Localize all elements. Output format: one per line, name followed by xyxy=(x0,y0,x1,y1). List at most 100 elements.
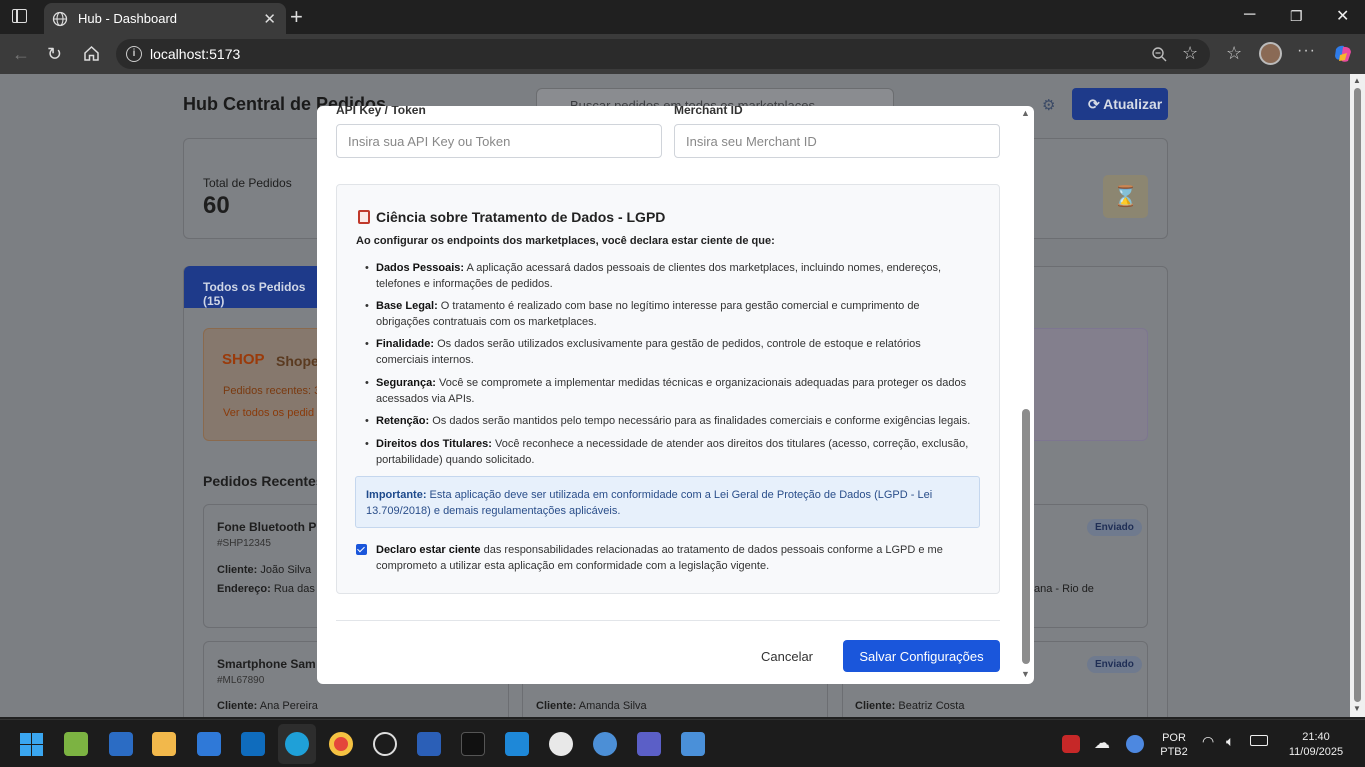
site-info-icon[interactable]: i xyxy=(126,46,142,62)
modal-scroll-down-icon[interactable]: ▼ xyxy=(1021,669,1030,679)
wifi-icon[interactable]: ◠ xyxy=(1202,733,1214,750)
url-field[interactable]: i localhost:5173 xyxy=(116,39,1210,69)
profile-avatar[interactable] xyxy=(1259,42,1282,65)
page-scrollbar[interactable]: ▲ ▼ xyxy=(1350,74,1365,717)
zoom-icon[interactable] xyxy=(1151,46,1167,62)
client-label: Cliente: xyxy=(217,564,258,576)
modal-scrollbar[interactable]: ▲ ▼ xyxy=(1019,106,1032,684)
windows-start-icon[interactable] xyxy=(20,733,43,756)
lgpd-item: Dados Pessoais: A aplicação acessará dad… xyxy=(365,260,976,292)
volume-icon[interactable]: 🔈︎ xyxy=(1226,733,1234,750)
declare-checkbox[interactable] xyxy=(356,544,367,555)
favorite-star-icon[interactable]: ☆ xyxy=(1182,43,1198,64)
home-icon[interactable] xyxy=(83,45,100,62)
word-icon[interactable] xyxy=(417,732,441,756)
store-icon[interactable] xyxy=(197,732,221,756)
lgpd-item: Direitos dos Titulares: Você reconhece a… xyxy=(365,436,976,468)
client-label: Cliente: xyxy=(855,700,896,712)
settings-modal: API Key / Token Insira sua API Key ou To… xyxy=(317,106,1034,684)
file-explorer-icon[interactable] xyxy=(152,732,176,756)
page-scroll-thumb[interactable] xyxy=(1354,88,1361,702)
close-tab-icon[interactable]: ✕ xyxy=(263,10,276,28)
client-name: Beatriz Costa xyxy=(898,700,965,712)
important-notice: Importante: Esta aplicação deve ser util… xyxy=(355,476,980,528)
client-name: Amanda Silva xyxy=(578,700,647,712)
app-icon[interactable] xyxy=(64,732,88,756)
language-bottom[interactable]: PTB2 xyxy=(1158,746,1190,758)
refresh-icon: ⟳ xyxy=(1088,96,1104,112)
globe-icon xyxy=(52,11,68,26)
close-window-icon[interactable]: ✕ xyxy=(1336,6,1349,26)
hourglass-icon: ⌛ xyxy=(1103,175,1148,218)
tab-all-orders[interactable]: Todos os Pedidos (15) xyxy=(184,266,324,308)
outlook-icon[interactable] xyxy=(241,732,265,756)
taskbar: ☁ POR PTB2 ◠ 🔈︎ 21:40 11/09/2025 xyxy=(0,719,1365,767)
browser-tab[interactable]: Hub - Dashboard ✕ xyxy=(44,3,286,34)
restore-icon[interactable]: ❐ xyxy=(1290,8,1303,25)
shop-view-all-link[interactable]: Ver todos os pedid xyxy=(223,407,314,419)
more-menu-icon[interactable]: ··· xyxy=(1297,42,1316,60)
api-key-label: API Key / Token xyxy=(336,106,426,117)
scroll-up-icon[interactable]: ▲ xyxy=(1353,76,1361,85)
status-badge: Enviado xyxy=(1087,656,1142,673)
edge-icon[interactable] xyxy=(285,732,309,756)
status-badge: Enviado xyxy=(1087,519,1142,536)
scroll-down-icon[interactable]: ▼ xyxy=(1353,704,1361,713)
minimize-icon[interactable]: ─ xyxy=(1244,6,1255,24)
cancel-button[interactable]: Cancelar xyxy=(751,640,823,672)
declare-text[interactable]: Declaro estar ciente das responsabilidad… xyxy=(376,542,976,574)
recent-orders-heading: Pedidos Recentes xyxy=(203,473,324,489)
tray-app-icon[interactable] xyxy=(1126,735,1144,753)
client-label: Cliente: xyxy=(536,700,577,712)
tab-title: Hub - Dashboard xyxy=(78,11,177,26)
mail-icon[interactable] xyxy=(681,732,705,756)
battery-icon[interactable] xyxy=(1250,735,1268,746)
chatgpt-icon[interactable] xyxy=(373,732,397,756)
tray-app-icon[interactable] xyxy=(1062,735,1080,753)
address-text: ana - Rio de xyxy=(1034,583,1094,595)
clock-time[interactable]: 21:40 xyxy=(1282,731,1350,743)
onedrive-icon[interactable]: ☁ xyxy=(1094,733,1110,753)
api-key-input[interactable]: Insira sua API Key ou Token xyxy=(336,124,662,158)
refresh-button[interactable]: ⟳ Atualizar xyxy=(1072,88,1168,120)
save-settings-button[interactable]: Salvar Configurações xyxy=(843,640,1000,672)
marketplace-card[interactable] xyxy=(1026,328,1148,441)
app-icon[interactable] xyxy=(461,732,485,756)
merchant-id-input[interactable]: Insira seu Merchant ID xyxy=(674,124,1000,158)
modal-scroll-thumb[interactable] xyxy=(1022,409,1030,664)
client-name: João Silva xyxy=(260,564,312,576)
modal-scroll-up-icon[interactable]: ▲ xyxy=(1021,108,1030,118)
lgpd-item: Finalidade: Os dados serão utilizados ex… xyxy=(365,336,976,368)
clipboard-icon xyxy=(358,210,370,224)
modal-divider xyxy=(336,620,1000,621)
favorites-icon[interactable]: ☆ xyxy=(1226,43,1242,64)
app-icon[interactable] xyxy=(549,732,573,756)
client-label: Cliente: xyxy=(217,700,258,712)
lgpd-item: Base Legal: O tratamento é realizado com… xyxy=(365,298,976,330)
order-name: Smartphone Sam xyxy=(217,657,316,671)
back-icon[interactable]: ← xyxy=(12,44,30,65)
vscode-icon[interactable] xyxy=(505,732,529,756)
teams-icon[interactable] xyxy=(637,732,661,756)
shop-name: Shope xyxy=(276,353,319,369)
client-name: Ana Pereira xyxy=(259,700,318,712)
refresh-label: Atualizar xyxy=(1103,96,1163,112)
clock-date[interactable]: 11/09/2025 xyxy=(1282,746,1350,758)
settings-icon[interactable]: ⚙ xyxy=(1042,96,1055,114)
language-top[interactable]: POR xyxy=(1158,732,1190,744)
notepad-icon[interactable] xyxy=(109,732,133,756)
lgpd-notice: Ciência sobre Tratamento de Dados - LGPD… xyxy=(336,184,1000,594)
new-tab-icon[interactable]: + xyxy=(290,4,303,30)
lgpd-intro: Ao configurar os endpoints dos marketpla… xyxy=(356,235,775,247)
copilot-icon[interactable] xyxy=(1332,43,1354,65)
tab-actions-icon[interactable] xyxy=(12,9,27,23)
reload-icon[interactable]: ↻ xyxy=(47,44,62,65)
address-label: Endereço: xyxy=(217,583,271,595)
lgpd-item: Segurança: Você se compromete a implemen… xyxy=(365,375,976,407)
total-value: 60 xyxy=(203,192,230,219)
lgpd-item: Retenção: Os dados serão mantidos pelo t… xyxy=(365,413,976,429)
shop-recent: Pedidos recentes: 3 xyxy=(223,385,321,397)
app-icon[interactable] xyxy=(593,732,617,756)
chrome-icon[interactable] xyxy=(329,732,353,756)
lgpd-title: Ciência sobre Tratamento de Dados - LGPD xyxy=(376,209,666,225)
